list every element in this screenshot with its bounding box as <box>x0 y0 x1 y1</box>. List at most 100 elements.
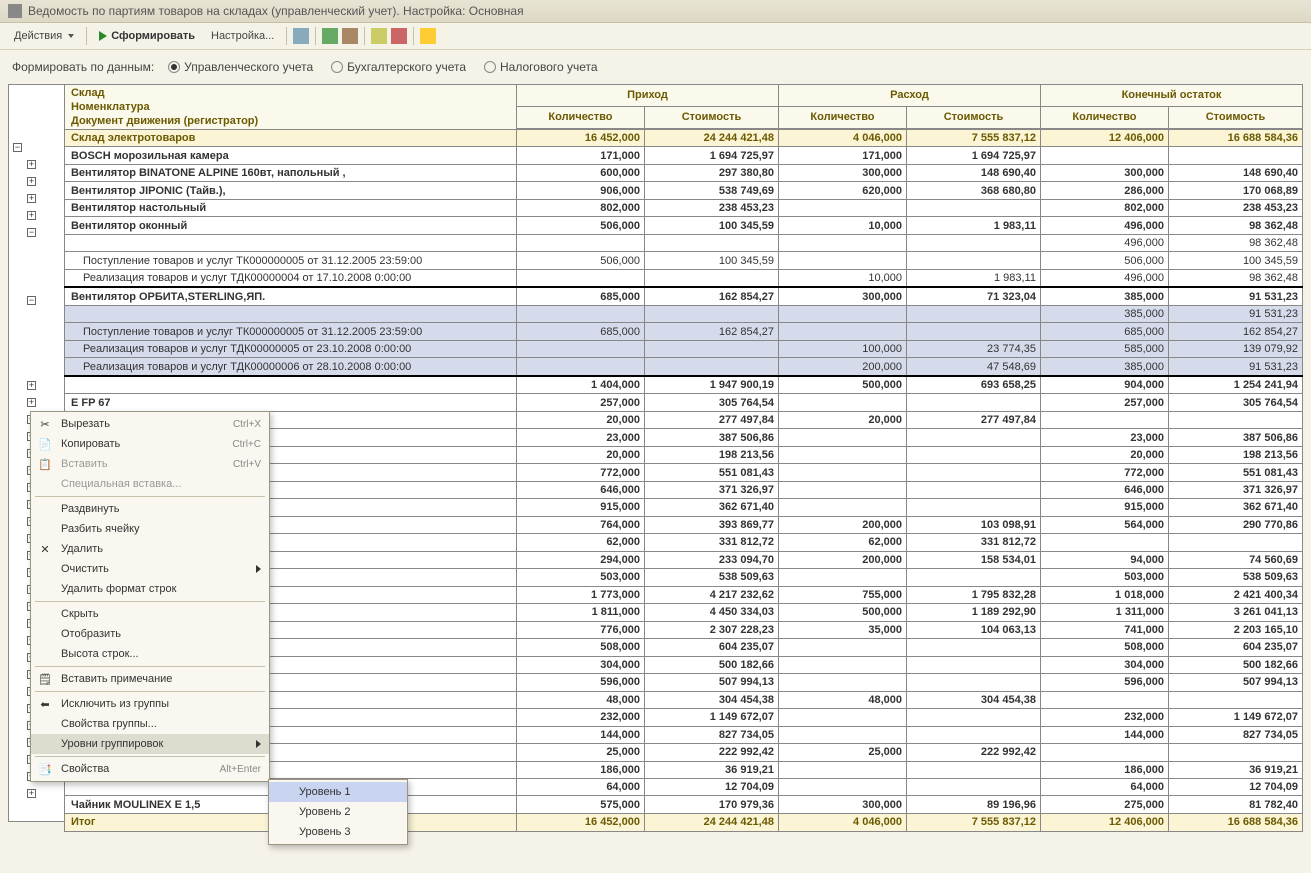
cell-value <box>778 234 906 251</box>
tree-expander[interactable]: + <box>9 156 64 173</box>
separator <box>413 27 414 45</box>
menu-item-shortcut: Alt+Enter <box>220 764 261 775</box>
cell-value: 1 254 241,94 <box>1168 376 1302 394</box>
cell-value: 16 688 584,36 <box>1168 130 1302 147</box>
cell-value <box>778 394 906 411</box>
cell-value <box>516 340 644 357</box>
menu-item-icon: ✂ <box>37 416 53 432</box>
menu-item[interactable]: ✂ВырезатьCtrl+X <box>31 414 269 434</box>
tree-expander[interactable]: + <box>9 785 64 802</box>
header-income: Приход <box>516 85 778 107</box>
menu-item-label: Очистить <box>61 563 109 575</box>
table-row[interactable]: Вентилятор JIPONIC (Тайв.),906,000538 74… <box>64 182 1302 199</box>
table-row[interactable]: Склад электротоваров16 452,00024 244 421… <box>64 130 1302 147</box>
table-row[interactable]: 1 404,0001 947 900,19500,000693 658,2590… <box>64 376 1302 394</box>
submenu-item-level-2[interactable]: Уровень 2 <box>269 802 407 822</box>
table-icon[interactable] <box>293 28 309 44</box>
tree-expander[interactable]: + <box>9 377 64 394</box>
cell-value: 500 182,66 <box>1168 656 1302 673</box>
settings-button[interactable]: Настройка... <box>205 28 280 44</box>
menu-item-label: Специальная вставка... <box>61 478 181 490</box>
menu-item-icon: 📄 <box>37 436 53 452</box>
cell-value: 4 046,000 <box>778 130 906 147</box>
menu-item[interactable]: Свойства группы... <box>31 714 269 734</box>
submenu-item-level-3[interactable]: Уровень 3 <box>269 822 407 842</box>
menu-item[interactable]: Высота строк... <box>31 644 269 664</box>
tree-expander[interactable]: + <box>9 207 64 224</box>
cell-value: 91 531,23 <box>1168 358 1302 376</box>
cell-value: 200,000 <box>778 358 906 376</box>
menu-item[interactable]: Удалить формат строк <box>31 579 269 599</box>
tree-expander[interactable]: − <box>9 292 64 309</box>
table-row[interactable]: Реализация товаров и услуг ТДК00000006 о… <box>64 358 1302 376</box>
cell-value: 1 018,000 <box>1040 586 1168 603</box>
cell-value: 10,000 <box>778 269 906 287</box>
table-row[interactable]: Поступление товаров и услуг ТК000000005 … <box>64 252 1302 269</box>
table-row[interactable]: Чайник MOULINEX E 1,5575,000170 979,3630… <box>64 796 1302 813</box>
table-row[interactable]: Вентилятор настольный802,000238 453,2380… <box>64 199 1302 216</box>
cell-value: 232,000 <box>1040 709 1168 726</box>
menu-item[interactable]: Очистить <box>31 559 269 579</box>
cell-value <box>906 234 1040 251</box>
table-row[interactable]: Вентилятор ОРБИТА,STERLING,ЯП.685,000162… <box>64 287 1302 305</box>
chart-icon[interactable] <box>391 28 407 44</box>
table-row[interactable]: Итог16 452,00024 244 421,484 046,0007 55… <box>64 813 1302 831</box>
cell-value: 290 770,86 <box>1168 516 1302 533</box>
menu-item[interactable]: Разбить ячейку <box>31 519 269 539</box>
cell-value: 62,000 <box>516 534 644 551</box>
table-row[interactable]: E FP 67257,000305 764,54257,000305 764,5… <box>64 394 1302 411</box>
menu-separator <box>35 496 265 497</box>
cell-value: 371 326,97 <box>644 481 778 498</box>
radio-option-0[interactable]: Управленческого учета <box>168 60 313 74</box>
row-name: Вентилятор оконный <box>64 217 516 234</box>
table-row[interactable]: Поступление товаров и услуг ТК000000005 … <box>64 323 1302 340</box>
table-row[interactable]: Вентилятор BINATONE ALPINE 160вт, наполь… <box>64 164 1302 181</box>
tree-icon[interactable] <box>322 28 338 44</box>
menu-item[interactable]: Уровни группировок <box>31 734 269 754</box>
submenu-item-level-1[interactable]: Уровень 1 <box>269 782 407 802</box>
cell-value <box>906 446 1040 463</box>
cell-value <box>906 761 1040 778</box>
table-row[interactable]: Реализация товаров и услуг ТДК00000005 о… <box>64 340 1302 357</box>
table-row[interactable]: 496,00098 362,48 <box>64 234 1302 251</box>
tree-expander[interactable]: + <box>9 190 64 207</box>
menu-item[interactable]: Отобразить <box>31 624 269 644</box>
menu-item[interactable]: 📑СвойстваAlt+Enter <box>31 759 269 779</box>
cell-value <box>778 639 906 656</box>
table-row[interactable]: 385,00091 531,23 <box>64 305 1302 322</box>
menu-item[interactable]: Скрыть <box>31 604 269 624</box>
row-name: Склад электротоваров <box>64 130 516 147</box>
tree-expander[interactable]: + <box>9 394 64 411</box>
export-icon[interactable] <box>371 28 387 44</box>
grid-icon[interactable] <box>342 28 358 44</box>
separator <box>364 27 365 45</box>
table-row[interactable]: BOSCH морозильная камера171,0001 694 725… <box>64 147 1302 164</box>
cell-value: 385,000 <box>1040 287 1168 305</box>
actions-menu-button[interactable]: Действия <box>8 28 80 44</box>
menu-item[interactable]: 📄КопироватьCtrl+C <box>31 434 269 454</box>
accounting-type-radios: Управленческого учета Бухгалтерского учет… <box>168 60 597 74</box>
submenu-item-label: Уровень 3 <box>299 826 351 838</box>
row-name: Вентилятор настольный <box>64 199 516 216</box>
cell-value: 1 311,000 <box>1040 604 1168 621</box>
generate-button[interactable]: Сформировать <box>93 28 201 44</box>
cell-value: 257,000 <box>516 394 644 411</box>
menu-item[interactable]: 🗒Вставить примечание <box>31 669 269 689</box>
cell-value: 506,000 <box>1040 252 1168 269</box>
menu-item[interactable]: ⬅Исключить из группы <box>31 694 269 714</box>
menu-item[interactable]: ✕Удалить <box>31 539 269 559</box>
cell-value <box>1040 534 1168 551</box>
table-row[interactable]: Реализация товаров и услуг ТДК00000004 о… <box>64 269 1302 287</box>
tree-expander[interactable]: − <box>9 139 64 156</box>
cell-value: 304,000 <box>516 656 644 673</box>
menu-item[interactable]: Раздвинуть <box>31 499 269 519</box>
radio-option-1[interactable]: Бухгалтерского учета <box>331 60 466 74</box>
table-row[interactable]: Вентилятор оконный506,000100 345,5910,00… <box>64 217 1302 234</box>
radio-option-2[interactable]: Налогового учета <box>484 60 598 74</box>
cell-value: 915,000 <box>516 499 644 516</box>
cell-value: 277 497,84 <box>644 411 778 428</box>
help-icon[interactable] <box>420 28 436 44</box>
tree-expander[interactable]: − <box>9 224 64 241</box>
tree-expander[interactable]: + <box>9 173 64 190</box>
radio-label: Бухгалтерского учета <box>347 60 466 74</box>
